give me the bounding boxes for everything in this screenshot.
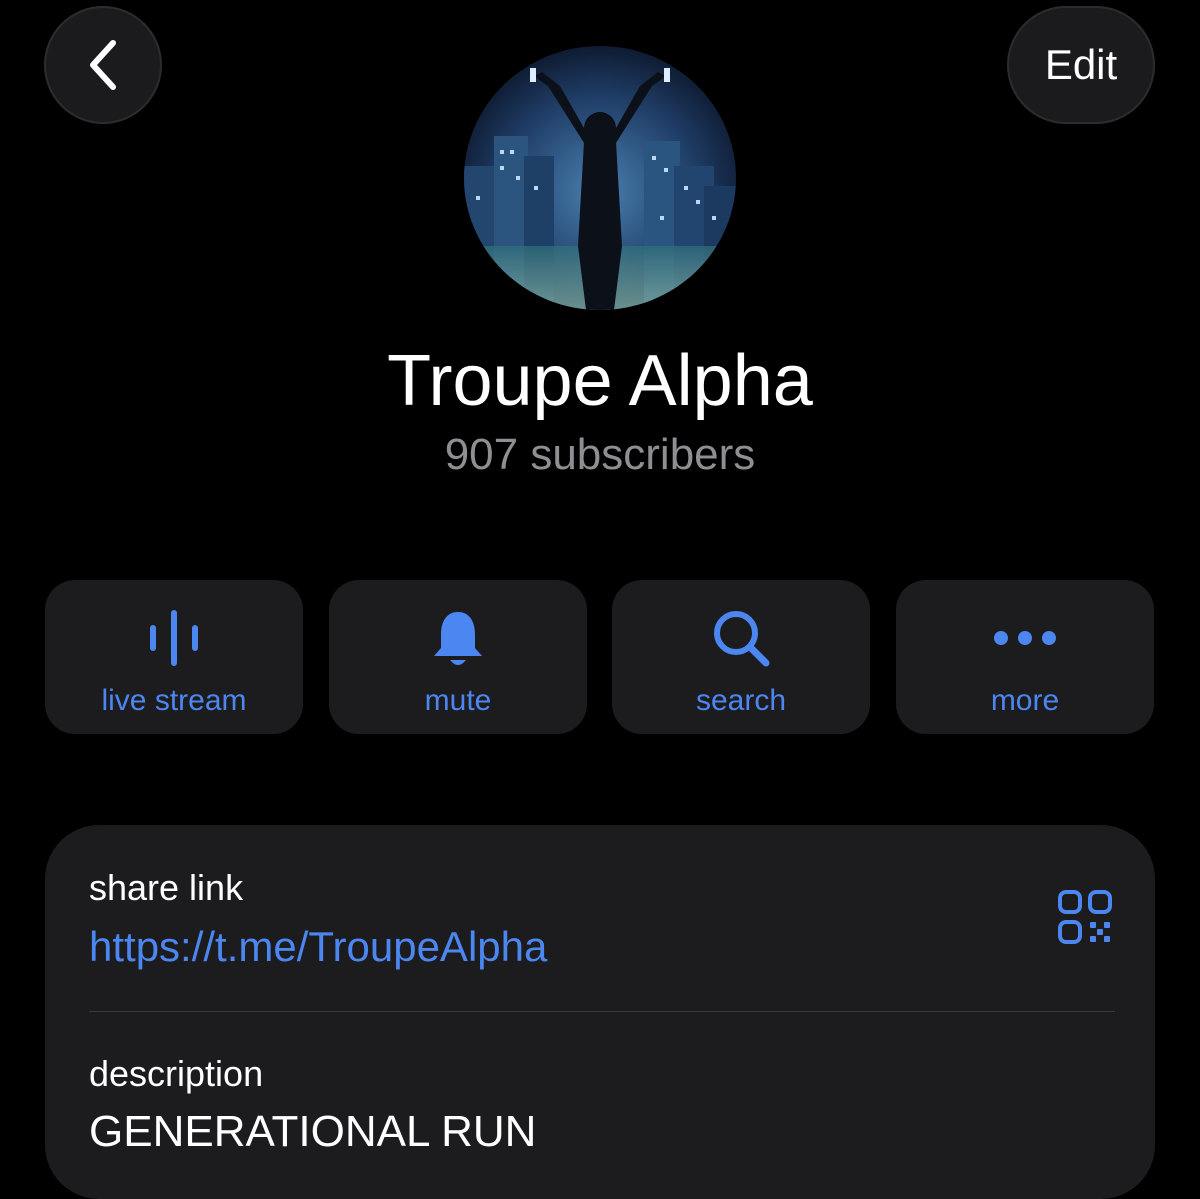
share-link-label: share link <box>89 867 244 908</box>
search-icon <box>711 602 771 674</box>
live-stream-button[interactable]: live stream <box>45 580 303 734</box>
info-card: share link https://t.me/TroupeAlpha desc… <box>45 825 1155 1199</box>
mute-button[interactable]: mute <box>329 580 587 734</box>
avatar-image <box>464 46 736 310</box>
channel-avatar[interactable] <box>464 46 736 310</box>
more-dots-icon <box>993 602 1057 674</box>
back-button[interactable] <box>44 6 162 124</box>
bell-icon <box>431 602 485 674</box>
subscriber-count: 907 subscribers <box>444 430 756 479</box>
share-link-url[interactable]: https://t.me/TroupeAlpha <box>89 923 547 971</box>
channel-name: Troupe Alpha <box>387 341 813 421</box>
search-label: search <box>695 684 787 717</box>
description-text: GENERATIONAL RUN <box>89 1107 537 1156</box>
divider <box>89 1011 1115 1012</box>
edit-button[interactable]: Edit <box>1007 6 1155 124</box>
qr-code-icon[interactable] <box>1057 889 1113 945</box>
chevron-left-icon <box>90 40 116 90</box>
description-label: description <box>89 1053 264 1094</box>
channel-info-screen: Edit Troupe Alpha 907 subscribers live s… <box>0 0 1200 1199</box>
more-label: more <box>990 684 1060 717</box>
mute-label: mute <box>424 684 492 717</box>
search-button[interactable]: search <box>612 580 870 734</box>
live-stream-label: live stream <box>101 684 247 717</box>
more-button[interactable]: more <box>896 580 1154 734</box>
audio-wave-icon <box>146 602 202 674</box>
